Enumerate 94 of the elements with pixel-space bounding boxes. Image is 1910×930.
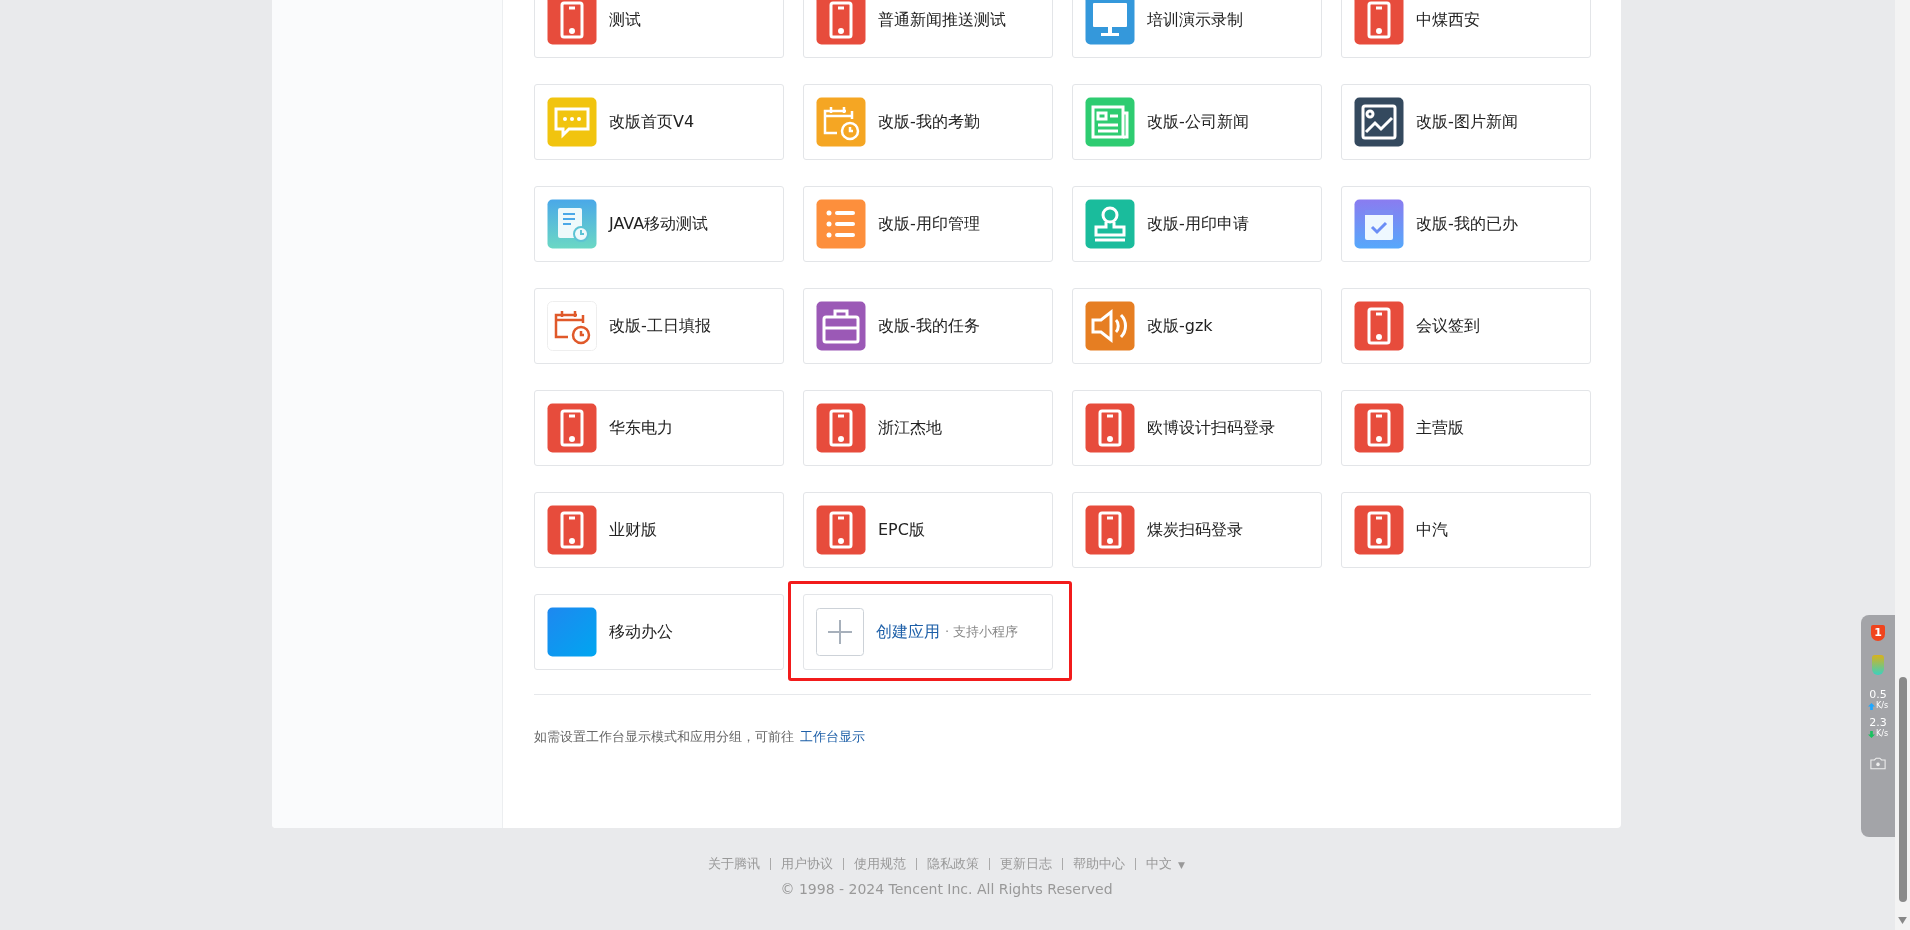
phone-icon <box>547 0 597 45</box>
app-tile[interactable]: EPC版 <box>803 492 1053 568</box>
app-name: 改版-用印管理 <box>878 213 980 235</box>
create-app-tile[interactable]: 创建应用 · 支持小程序 <box>803 594 1053 670</box>
app-tile[interactable]: 中汽 <box>1341 492 1591 568</box>
app-name: 中汽 <box>1416 519 1448 541</box>
chat-bubble-icon <box>547 97 597 147</box>
app-tile[interactable]: 会议签到 <box>1341 288 1591 364</box>
app-tile[interactable]: 中煤西安 <box>1341 0 1591 58</box>
plus-icon <box>816 608 864 656</box>
upload-speed: 0.5 <box>1869 689 1887 701</box>
workbench-display-link[interactable]: 工作台显示 <box>800 729 866 744</box>
app-name: 改版-gzk <box>1147 315 1213 337</box>
phone-icon <box>547 505 597 555</box>
app-name: 主营版 <box>1416 417 1464 439</box>
newspaper-icon <box>1085 97 1135 147</box>
app-name: EPC版 <box>878 519 925 541</box>
phone-icon <box>1085 505 1135 555</box>
app-tile[interactable]: 改版-gzk <box>1072 288 1322 364</box>
document-clock-icon <box>547 199 597 249</box>
phone-icon <box>1354 505 1404 555</box>
app-name: 浙江杰地 <box>878 417 942 439</box>
speed-unit: K/s <box>1875 701 1889 711</box>
mini-program-hint: · 支持小程序 <box>945 623 1019 641</box>
app-tile[interactable]: 改版-工日填报 <box>534 288 784 364</box>
shield-badge[interactable]: 1 <box>1871 625 1885 641</box>
app-tile[interactable]: 改版-我的任务 <box>803 288 1053 364</box>
app-name: 业财版 <box>609 519 657 541</box>
app-tile[interactable]: 改版-我的已办 <box>1341 186 1591 262</box>
app-name: 改版-工日填报 <box>609 315 711 337</box>
speaker-icon <box>1085 301 1135 351</box>
phone-icon <box>1354 403 1404 453</box>
app-tile[interactable]: 改版-我的考勤 <box>803 84 1053 160</box>
app-tile[interactable]: 浙江杰地 <box>803 390 1053 466</box>
phone-icon <box>816 403 866 453</box>
settings-hint: 如需设置工作台显示模式和应用分组，可前往 工作台显示 <box>534 728 867 746</box>
gauge-icon <box>1872 655 1884 675</box>
app-name: 欧博设计扫码登录 <box>1147 417 1275 439</box>
calendar-clock-icon <box>816 97 866 147</box>
app-tile[interactable]: 移动办公 <box>534 594 784 670</box>
app-tile[interactable]: 主营版 <box>1341 390 1591 466</box>
speed-unit: K/s <box>1875 729 1889 739</box>
app-name: 改版-我的已办 <box>1416 213 1518 235</box>
scroll-down-icon[interactable] <box>1898 917 1907 924</box>
app-tile[interactable]: 改版首页V4 <box>534 84 784 160</box>
scrollbar[interactable] <box>1895 0 1910 930</box>
app-tile[interactable]: 改版-用印管理 <box>803 186 1053 262</box>
phone-icon <box>547 403 597 453</box>
app-tile[interactable]: 改版-用印申请 <box>1072 186 1322 262</box>
app-name: 改版-我的考勤 <box>878 111 980 133</box>
list-icon <box>816 199 866 249</box>
app-tile[interactable]: 煤炭扫码登录 <box>1072 492 1322 568</box>
app-name: 改版首页V4 <box>609 111 695 133</box>
app-tile[interactable]: 华东电力 <box>534 390 784 466</box>
app-tile[interactable]: JAVA移动测试 <box>534 186 784 262</box>
app-name: 培训演示录制 <box>1147 9 1243 31</box>
app-name: 移动办公 <box>609 621 673 643</box>
calendar-clock-icon <box>547 301 597 351</box>
stamp-icon <box>1085 199 1135 249</box>
app-name: 改版-公司新闻 <box>1147 111 1249 133</box>
app-name: 改版-我的任务 <box>878 315 980 337</box>
app-tile-icon <box>547 607 597 657</box>
app-name: 会议签到 <box>1416 315 1480 337</box>
app-name: 煤炭扫码登录 <box>1147 519 1243 541</box>
app-name: JAVA移动测试 <box>609 213 709 235</box>
app-name: 测试 <box>609 9 641 31</box>
app-tile[interactable]: 普通新闻推送测试 <box>803 0 1053 58</box>
app-tile[interactable]: 改版-图片新闻 <box>1341 84 1591 160</box>
app-tile[interactable]: 培训演示录制 <box>1072 0 1322 58</box>
copyright: © 1998 - 2024 Tencent Inc. All Rights Reserved <box>780 881 1113 897</box>
scrollbar-thumb[interactable] <box>1899 677 1907 902</box>
briefcase-icon <box>816 301 866 351</box>
app-name: 普通新闻推送测试 <box>878 9 1006 31</box>
app-name: 中煤西安 <box>1416 9 1480 31</box>
image-icon <box>1354 97 1404 147</box>
phone-icon <box>1085 403 1135 453</box>
app-name: 改版-用印申请 <box>1147 213 1249 235</box>
camera-icon[interactable] <box>1870 757 1886 770</box>
calendar-check-icon <box>1354 199 1404 249</box>
download-arrow-icon <box>1867 730 1875 738</box>
app-tile[interactable]: 改版-公司新闻 <box>1072 84 1322 160</box>
upload-arrow-icon <box>1867 702 1875 710</box>
phone-icon <box>816 0 866 45</box>
app-name: 华东电力 <box>609 417 673 439</box>
app-tile[interactable]: 业财版 <box>534 492 784 568</box>
phone-icon <box>1354 0 1404 45</box>
app-tile[interactable]: 欧博设计扫码登录 <box>1072 390 1322 466</box>
app-name: 改版-图片新闻 <box>1416 111 1518 133</box>
app-tile[interactable]: 测试 <box>534 0 784 58</box>
download-speed: 2.3 <box>1869 717 1887 729</box>
monitor-icon <box>1085 0 1135 45</box>
phone-icon <box>816 505 866 555</box>
create-app-label: 创建应用 <box>876 621 940 643</box>
phone-icon <box>1354 301 1404 351</box>
